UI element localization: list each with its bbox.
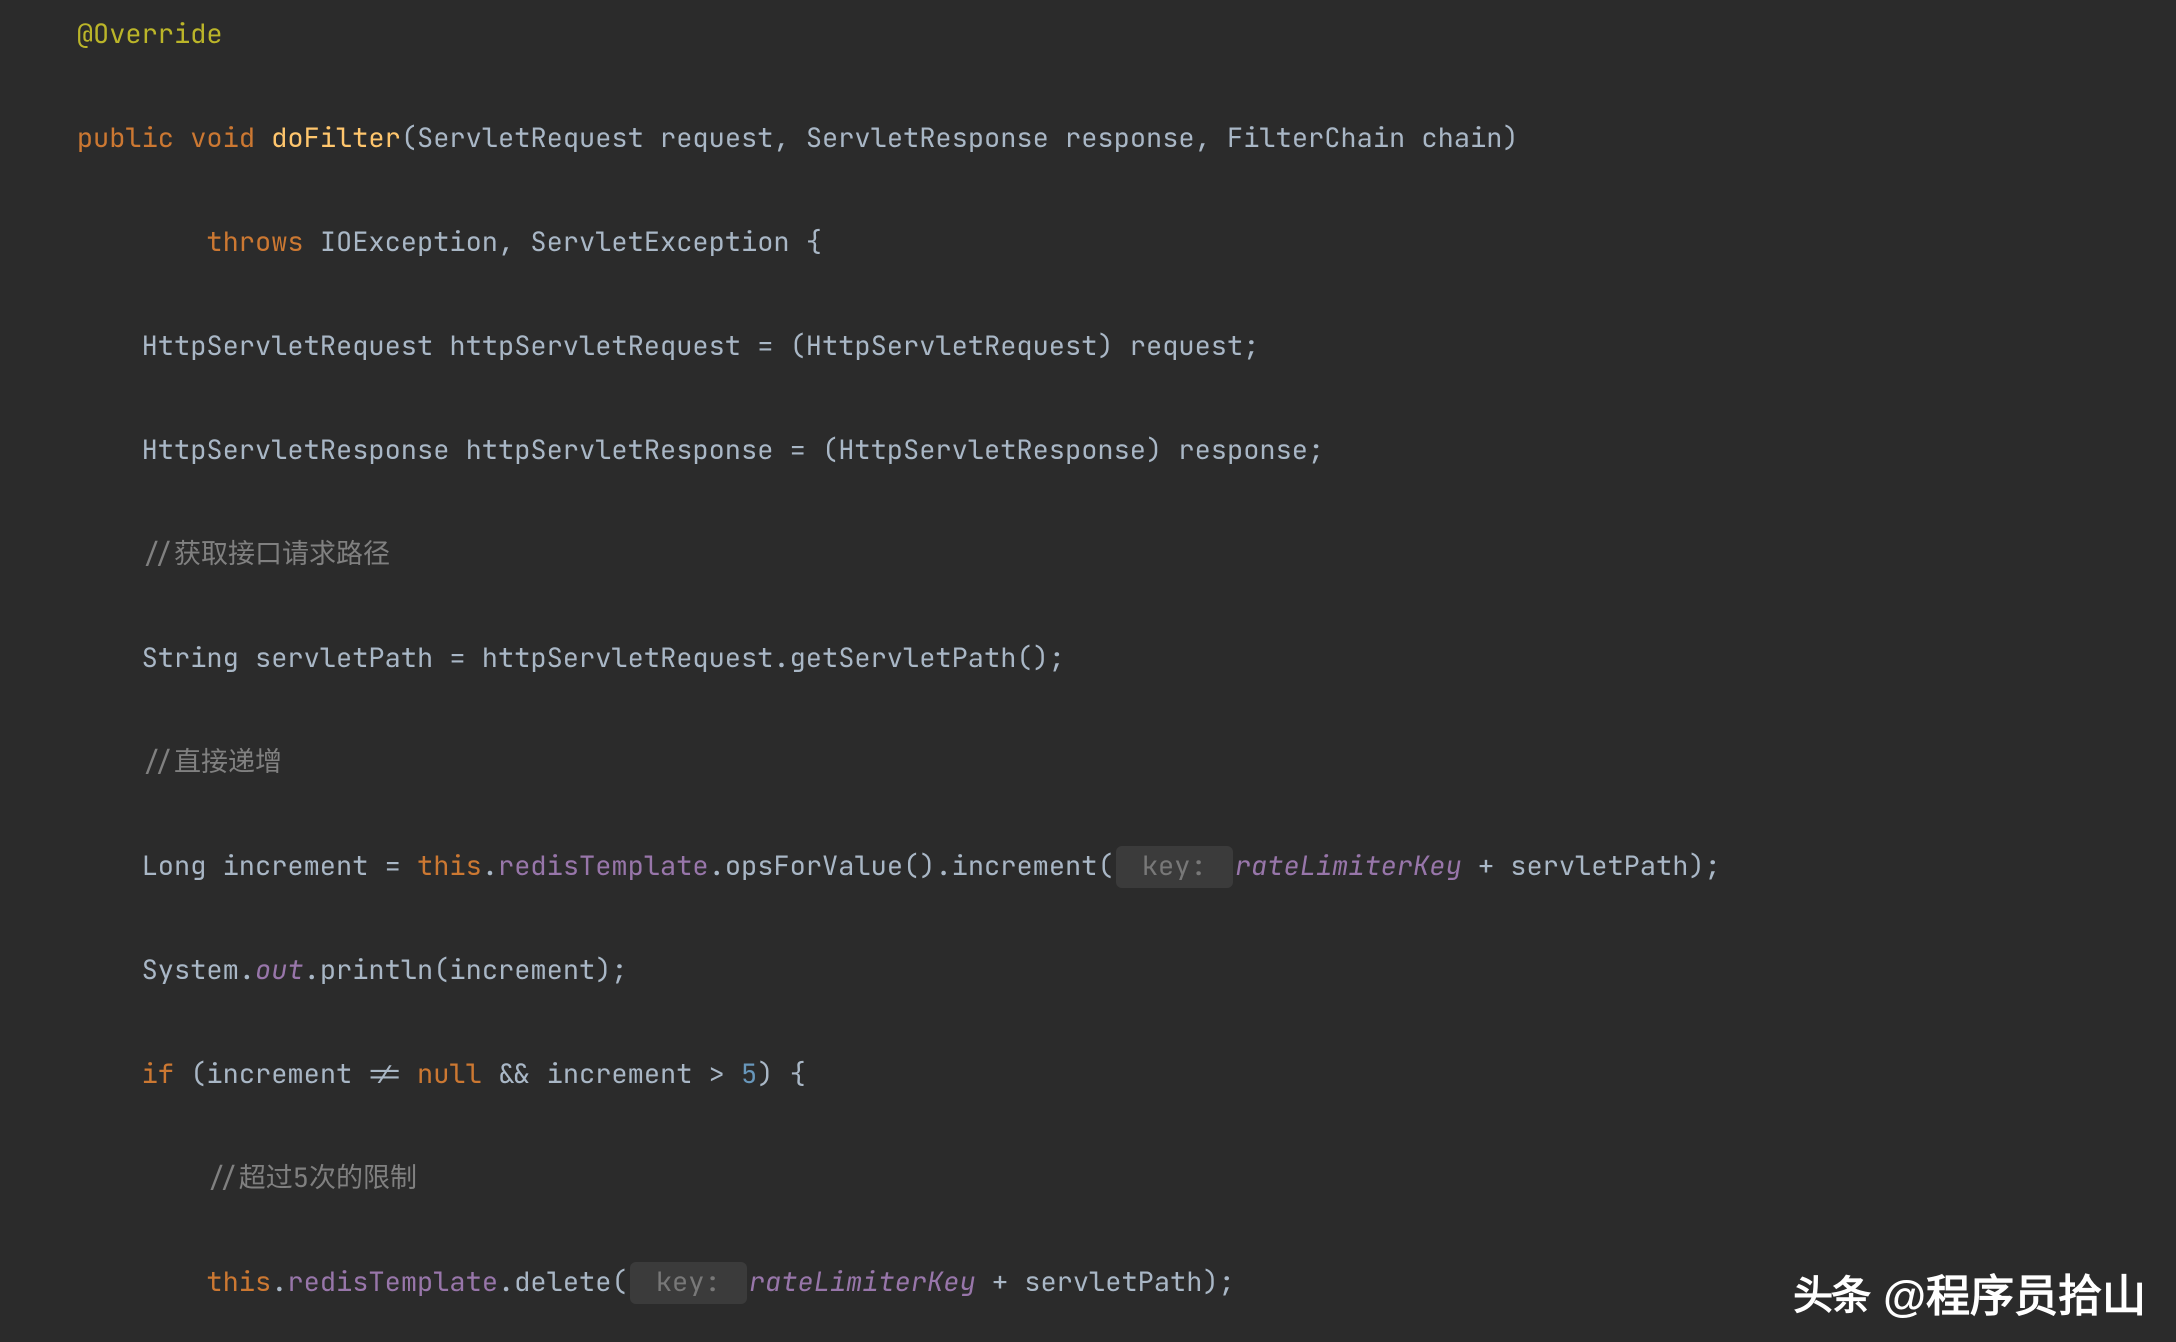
code-token: Long increment = bbox=[142, 848, 417, 884]
code-token: null bbox=[417, 1056, 498, 1092]
code-token: + servletPath); bbox=[976, 1264, 1235, 1300]
code-token: String servletPath = httpServletRequest.… bbox=[142, 640, 1065, 676]
code-token: redisTemplate bbox=[498, 848, 709, 884]
code-token: @Override bbox=[77, 16, 223, 52]
code-token: public bbox=[77, 120, 190, 156]
code-token: throws bbox=[206, 224, 319, 260]
code-line[interactable]: System.out.println(increment); bbox=[0, 944, 2176, 996]
code-token: out bbox=[255, 952, 304, 988]
code-line[interactable]: //直接递增 bbox=[0, 736, 2176, 788]
code-line[interactable]: if (increment != null && increment > 5) … bbox=[0, 1048, 2176, 1100]
code-token: (ServletRequest request, ServletResponse… bbox=[401, 120, 1519, 156]
code-token: //获取接口请求路径 bbox=[142, 536, 390, 572]
code-line[interactable]: HttpServletResponse httpServletResponse … bbox=[0, 424, 2176, 476]
code-line[interactable]: String servletPath = httpServletRequest.… bbox=[0, 632, 2176, 684]
code-token: .println(increment); bbox=[304, 952, 628, 988]
code-token: rateLimiterKey bbox=[749, 1264, 976, 1300]
code-token: 5 bbox=[741, 1056, 757, 1092]
parameter-hint: key: bbox=[1116, 846, 1233, 888]
code-token: HttpServletResponse httpServletResponse … bbox=[142, 432, 1325, 468]
code-token: + servletPath); bbox=[1462, 848, 1721, 884]
code-token: doFilter bbox=[271, 120, 401, 156]
code-token: . bbox=[482, 848, 498, 884]
code-line[interactable]: HttpServletRequest httpServletRequest = … bbox=[0, 320, 2176, 372]
code-token: ) { bbox=[757, 1056, 806, 1092]
code-line[interactable]: //超过5次的限制 bbox=[0, 1152, 2176, 1204]
watermark: 头条 @程序员拾山 bbox=[1793, 1260, 2146, 1324]
code-token: rateLimiterKey bbox=[1235, 848, 1462, 884]
code-token: (increment != bbox=[190, 1056, 417, 1092]
code-token: this bbox=[206, 1264, 271, 1300]
code-token: && increment > bbox=[498, 1056, 741, 1092]
code-editor[interactable]: @Override public void doFilter(ServletRe… bbox=[0, 0, 2176, 1342]
code-line[interactable]: //获取接口请求路径 bbox=[0, 528, 2176, 580]
code-token: IOException, ServletException { bbox=[320, 224, 822, 260]
code-token: redisTemplate bbox=[287, 1264, 498, 1300]
code-token: //超过5次的限制 bbox=[206, 1160, 417, 1196]
code-token: System. bbox=[142, 952, 255, 988]
code-token: void bbox=[190, 120, 271, 156]
code-line[interactable]: @Override bbox=[0, 8, 2176, 60]
code-token: HttpServletRequest httpServletRequest = … bbox=[142, 328, 1260, 364]
code-token: this bbox=[417, 848, 482, 884]
code-line[interactable]: throws IOException, ServletException { bbox=[0, 216, 2176, 268]
code-token: if bbox=[142, 1056, 191, 1092]
code-token: //直接递增 bbox=[142, 744, 282, 780]
code-token: .opsForValue().increment( bbox=[709, 848, 1114, 884]
code-line[interactable]: public void doFilter(ServletRequest requ… bbox=[0, 112, 2176, 164]
code-line[interactable]: Long increment = this.redisTemplate.opsF… bbox=[0, 840, 2176, 892]
parameter-hint: key: bbox=[630, 1262, 747, 1304]
watermark-handle: @程序员拾山 bbox=[1883, 1260, 2146, 1324]
code-token: .delete( bbox=[498, 1264, 628, 1300]
watermark-prefix: 头条 bbox=[1793, 1263, 1869, 1321]
code-token: . bbox=[271, 1264, 287, 1300]
